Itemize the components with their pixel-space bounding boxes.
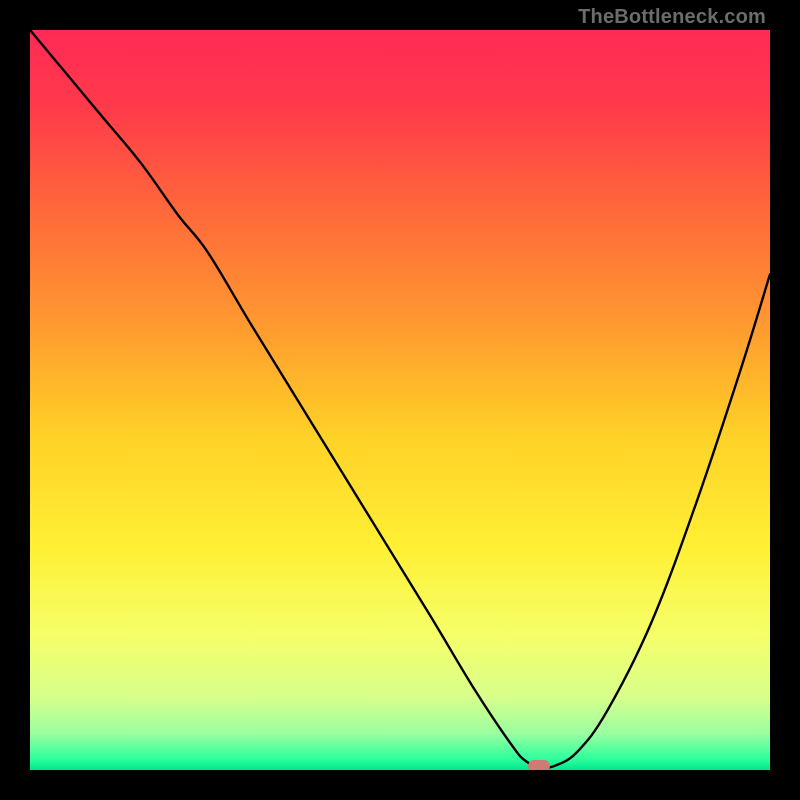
bottleneck-curve	[30, 30, 770, 770]
current-point-marker	[528, 760, 550, 770]
chart-frame: TheBottleneck.com	[0, 0, 800, 800]
watermark-text: TheBottleneck.com	[578, 6, 766, 29]
plot-area	[30, 30, 770, 770]
